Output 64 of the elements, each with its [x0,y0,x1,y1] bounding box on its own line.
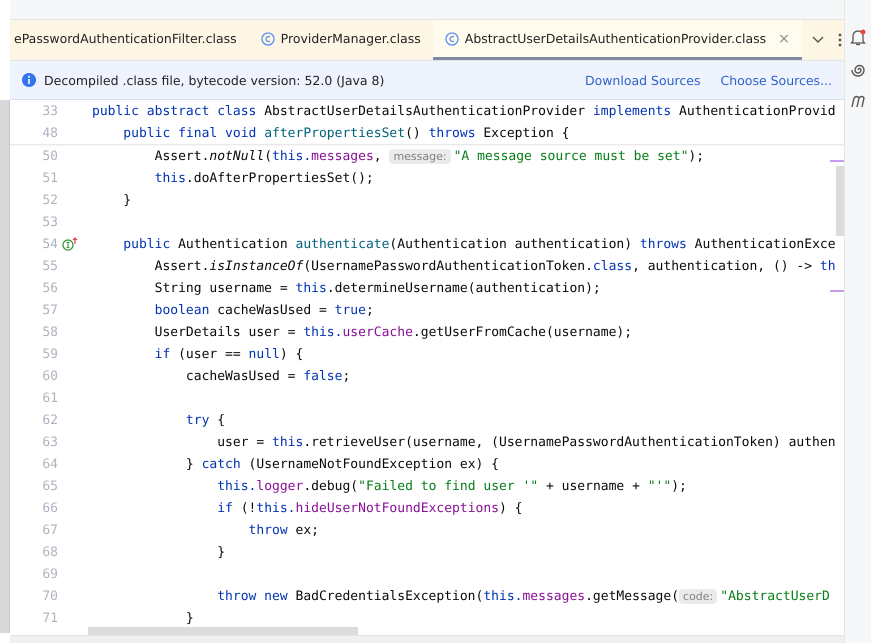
line-number: 52 [41,192,58,208]
code-line: try { [184,412,226,428]
line-number: 48 [41,126,58,140]
line-number: 56 [41,280,58,296]
editor-tab[interactable]: ePasswordAuthenticationFilter.class [10,20,249,60]
code-line: user = this.retrieveUser(username, (UsernamePasswordAuthenticationToken) authen [216,434,836,450]
line-number: 57 [41,302,58,318]
chevron-down-icon[interactable] [812,36,824,44]
line-number: 71 [41,610,58,626]
code-line: throw ex; [248,522,319,538]
code-line: throw new BadCredentialsException(this.messages.getMessage( code: "AbstractUserD [216,588,830,604]
line-number: 63 [41,434,58,450]
code-line: public abstract class AbstractUserDetailsAuthenticationProvider implements AuthenticationProvid [92,104,836,118]
code-line: } [216,544,226,560]
code-line: this.doAfterPropertiesSet(); [154,170,374,186]
code-line: } [184,610,194,626]
info-message: Decompiled .class file, bytecode version: 52.0 (Java 8) [44,72,384,88]
vertical-scrollbar[interactable] [836,166,844,236]
code-line: cacheWasUsed = false; [184,368,350,384]
code-line: } [122,192,132,208]
code-line: public Authentication authenticate(Authentication authentication) throws AuthenticationExce [122,236,836,252]
line-number: 33 [41,104,58,118]
line-number: 55 [41,258,58,274]
code-line: } catch (UsernameNotFoundException ex) { [184,456,499,472]
code-line: Assert.isInstanceOf(UsernamePasswordAuthenticationToken.class, authentication, () -> th [154,258,836,274]
more-icon[interactable] [838,33,842,47]
spiral-icon[interactable] [850,62,866,78]
implements-icon[interactable] [62,237,78,251]
line-number: 60 [41,368,58,384]
class-icon [260,32,275,46]
line-number: 70 [41,588,58,604]
editor-tab[interactable]: AbstractUserDetailsAuthenticationProvider.class × [432,20,802,60]
line-number: 68 [41,544,58,560]
code-line: if (!this.hideUserNotFoundExceptions) { [216,500,522,516]
line-number: 62 [41,412,58,428]
line-number: 67 [41,522,58,538]
line-number: 66 [41,500,58,516]
info-icon [22,73,36,87]
info-link[interactable]: Download Sources [584,72,700,88]
line-number: 65 [41,478,58,494]
code-line: if (user == null) { [154,346,304,362]
line-number: 69 [41,566,58,582]
class-icon [444,32,459,46]
horizontal-scrollbar[interactable] [88,627,358,635]
line-number: 59 [41,346,58,362]
line-number: 54 [41,236,58,252]
code-line: UserDetails user = this.userCache.getUserFromCache(username); [154,324,632,340]
line-number: 61 [41,390,58,406]
code-line: public final void afterPropertiesSet() throws Exception { [122,126,570,140]
m-glyph-icon[interactable] [850,94,866,108]
code-line: this.logger.debug("Failed to find user '" + username + "'"); [216,478,687,494]
line-number: 51 [41,170,58,186]
code-line: String username = this.determineUsername(authentication); [154,280,601,296]
change-marker [830,160,844,162]
line-number: 64 [41,456,58,472]
change-marker [830,290,844,292]
code-line: Assert.notNull(this.messages, message: "A message source must be set"); [154,148,704,164]
info-link[interactable]: Choose Sources... [720,72,832,88]
editor-tab[interactable]: ProviderManager.class [248,20,433,60]
code-line: boolean cacheWasUsed = true; [154,302,374,318]
line-number: 53 [41,214,58,230]
line-number: 58 [41,324,58,340]
line-number: 50 [41,148,58,164]
bell-icon[interactable] [850,28,866,46]
